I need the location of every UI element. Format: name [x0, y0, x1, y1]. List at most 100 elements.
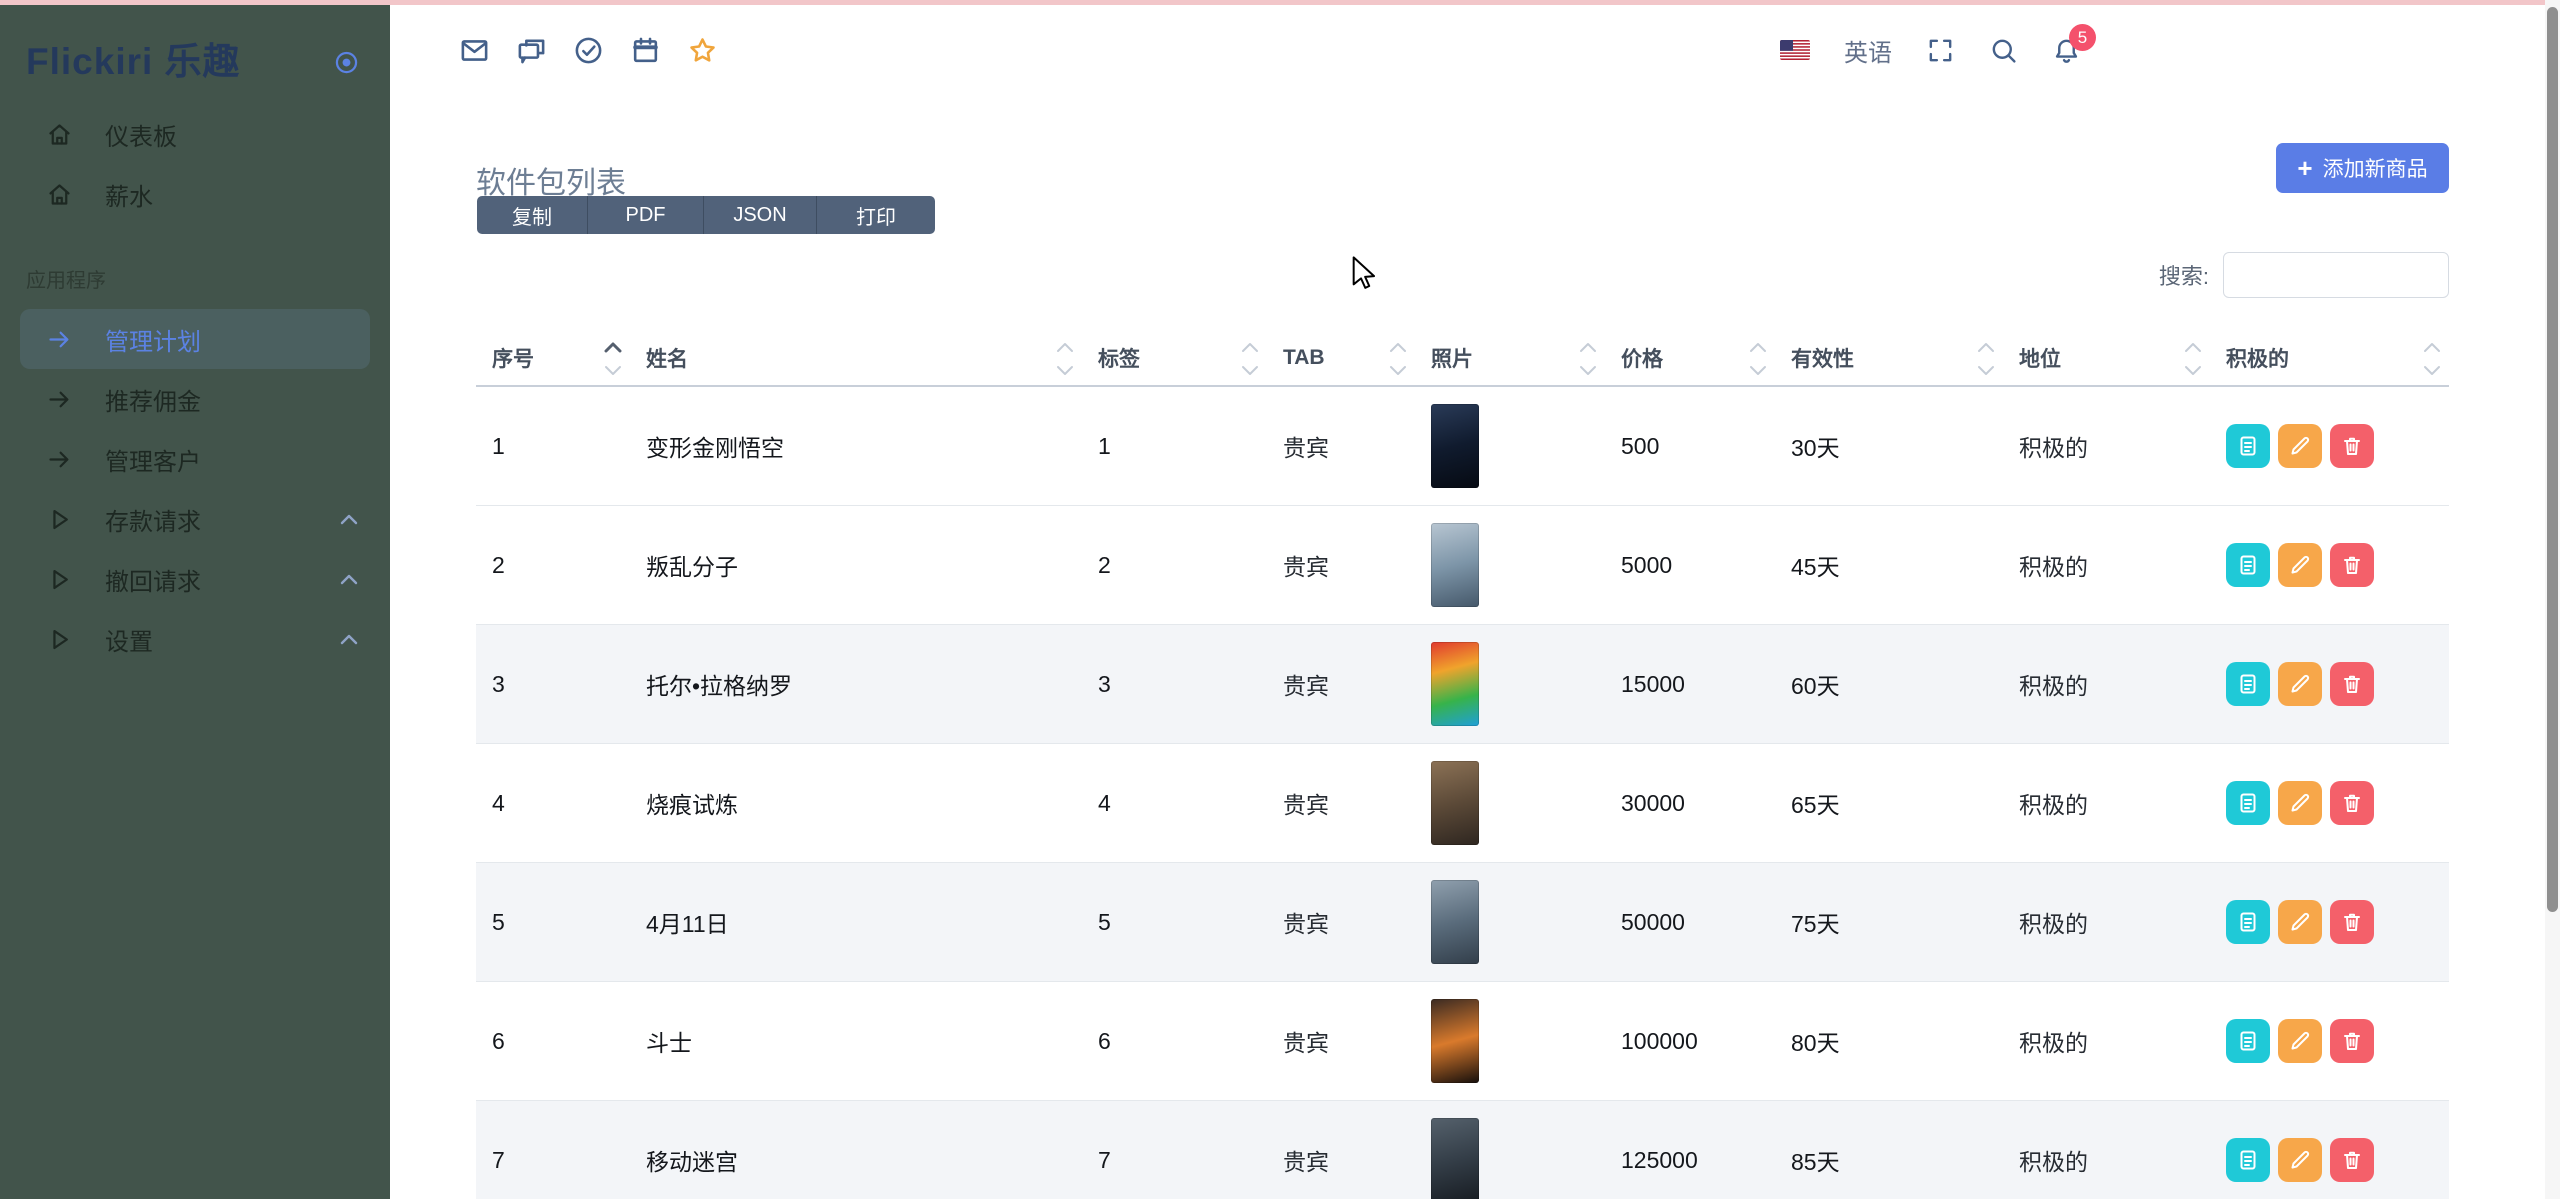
cell-name: 变形金刚悟空: [630, 386, 1082, 506]
cell-photo: [1415, 625, 1605, 744]
chevron-up-icon[interactable]: [340, 573, 358, 585]
export-打印-button[interactable]: 打印: [817, 196, 935, 234]
star-icon[interactable]: [687, 35, 718, 66]
export-复制-button[interactable]: 复制: [477, 196, 588, 234]
row-action-edit-button[interactable]: [2278, 662, 2322, 706]
cell-actions: [2210, 863, 2449, 982]
sidebar-item-main-0[interactable]: 仪表板: [20, 104, 370, 164]
row-action-view-button[interactable]: [2226, 1138, 2270, 1182]
table-header-row: 序号 姓名 标签 TAB 照片 价格 有效性: [476, 330, 2449, 386]
chevron-up-icon[interactable]: [340, 633, 358, 645]
sidebar-item-app-5[interactable]: 设置: [20, 609, 370, 669]
play-icon: [46, 506, 73, 533]
chevron-up-icon[interactable]: [340, 513, 358, 525]
row-action-view-button[interactable]: [2226, 1019, 2270, 1063]
cell-tag: 4: [1082, 744, 1267, 863]
notifications-button[interactable]: 5: [2052, 36, 2081, 65]
row-action-delete-button[interactable]: [2330, 424, 2374, 468]
cell-tab: 贵宾: [1267, 625, 1415, 744]
topbar: 英语 5: [390, 0, 2560, 100]
scrollbar-thumb[interactable]: [2547, 7, 2558, 912]
notification-badge: 5: [2069, 24, 2096, 51]
us-flag-icon[interactable]: [1780, 40, 1810, 60]
row-action-delete-button[interactable]: [2330, 781, 2374, 825]
app-logo[interactable]: Flickiri 乐趣: [26, 40, 241, 84]
mail-icon[interactable]: [459, 35, 490, 66]
main-area: 英语 5 软件包列表 复制PDFJSON打印 + 添加新商品 搜索:: [390, 0, 2560, 1199]
cell-name: 4月11日: [630, 863, 1082, 982]
row-action-edit-button[interactable]: [2278, 781, 2322, 825]
column-header-status[interactable]: 地位: [2003, 330, 2210, 386]
cell-tag: 6: [1082, 982, 1267, 1101]
arrow-right-icon: [46, 326, 73, 353]
cell-status: 积极的: [2003, 1101, 2210, 1199]
column-header-tab[interactable]: TAB: [1267, 330, 1415, 386]
sidebar-item-app-3[interactable]: 存款请求: [20, 489, 370, 549]
sidebar-item-app-0[interactable]: 管理计划: [20, 309, 370, 369]
sidebar-item-label: 仪表板: [105, 117, 358, 152]
cell-validity: 65天: [1775, 744, 2003, 863]
fullscreen-button[interactable]: [1926, 36, 1955, 65]
row-action-delete-button[interactable]: [2330, 900, 2374, 944]
sidebar-main-nav: 仪表板 薪水: [0, 104, 390, 224]
cell-tab: 贵宾: [1267, 744, 1415, 863]
table-search-input[interactable]: [2223, 252, 2449, 298]
column-header-label: 积极的: [2226, 348, 2289, 371]
vertical-scrollbar[interactable]: [2545, 0, 2560, 1199]
cell-tag: 3: [1082, 625, 1267, 744]
cell-price: 50000: [1605, 863, 1775, 982]
cell-validity: 85天: [1775, 1101, 2003, 1199]
column-header-photo[interactable]: 照片: [1415, 330, 1605, 386]
journal-icon: [2236, 434, 2260, 458]
row-action-view-button[interactable]: [2226, 900, 2270, 944]
row-action-edit-button[interactable]: [2278, 900, 2322, 944]
export-pdf-button[interactable]: PDF: [588, 196, 704, 234]
column-header-price[interactable]: 价格: [1605, 330, 1775, 386]
search-button[interactable]: [1989, 36, 2018, 65]
journal-icon: [2236, 672, 2260, 696]
cell-photo: [1415, 506, 1605, 625]
cell-photo: [1415, 982, 1605, 1101]
column-header-validity[interactable]: 有效性: [1775, 330, 2003, 386]
row-action-delete-button[interactable]: [2330, 662, 2374, 706]
language-label[interactable]: 英语: [1844, 33, 1892, 68]
table-row: 1 变形金刚悟空 1 贵宾 500 30天 积极的: [476, 386, 2449, 506]
row-action-delete-button[interactable]: [2330, 543, 2374, 587]
sidebar-item-app-4[interactable]: 撤回请求: [20, 549, 370, 609]
row-action-delete-button[interactable]: [2330, 1138, 2374, 1182]
row-action-view-button[interactable]: [2226, 662, 2270, 706]
sidebar-item-main-1[interactable]: 薪水: [20, 164, 370, 224]
cell-price: 125000: [1605, 1101, 1775, 1199]
check-circle-icon[interactable]: [573, 35, 604, 66]
row-action-edit-button[interactable]: [2278, 424, 2322, 468]
row-action-view-button[interactable]: [2226, 543, 2270, 587]
row-action-edit-button[interactable]: [2278, 1138, 2322, 1182]
cell-name: 叛乱分子: [630, 506, 1082, 625]
poster-image: [1431, 999, 1479, 1083]
row-action-delete-button[interactable]: [2330, 1019, 2374, 1063]
add-new-item-button[interactable]: + 添加新商品: [2276, 143, 2449, 193]
play-icon: [46, 566, 73, 593]
column-header-serial[interactable]: 序号: [476, 330, 630, 386]
cell-status: 积极的: [2003, 982, 2210, 1101]
row-action-edit-button[interactable]: [2278, 1019, 2322, 1063]
chat-icon[interactable]: [516, 35, 547, 66]
cell-serial: 5: [476, 863, 630, 982]
table-row: 6 斗士 6 贵宾 100000 80天 积极的: [476, 982, 2449, 1101]
row-action-view-button[interactable]: [2226, 424, 2270, 468]
trash-icon: [2340, 791, 2364, 815]
cell-status: 积极的: [2003, 744, 2210, 863]
record-circle-icon[interactable]: [333, 49, 360, 76]
column-header-actions[interactable]: 积极的: [2210, 330, 2449, 386]
app-root: Flickiri 乐趣 仪表板 薪水 应用程序 管理计划 推荐佣金 管理客户 存…: [0, 0, 2560, 1199]
column-header-name[interactable]: 姓名: [630, 330, 1082, 386]
calendar-icon[interactable]: [630, 35, 661, 66]
sidebar-item-label: 薪水: [105, 177, 358, 212]
sidebar-item-app-2[interactable]: 管理客户: [20, 429, 370, 489]
column-header-tag[interactable]: 标签: [1082, 330, 1267, 386]
export-json-button[interactable]: JSON: [704, 196, 817, 234]
row-action-view-button[interactable]: [2226, 781, 2270, 825]
cell-serial: 7: [476, 1101, 630, 1199]
sidebar-item-app-1[interactable]: 推荐佣金: [20, 369, 370, 429]
row-action-edit-button[interactable]: [2278, 543, 2322, 587]
